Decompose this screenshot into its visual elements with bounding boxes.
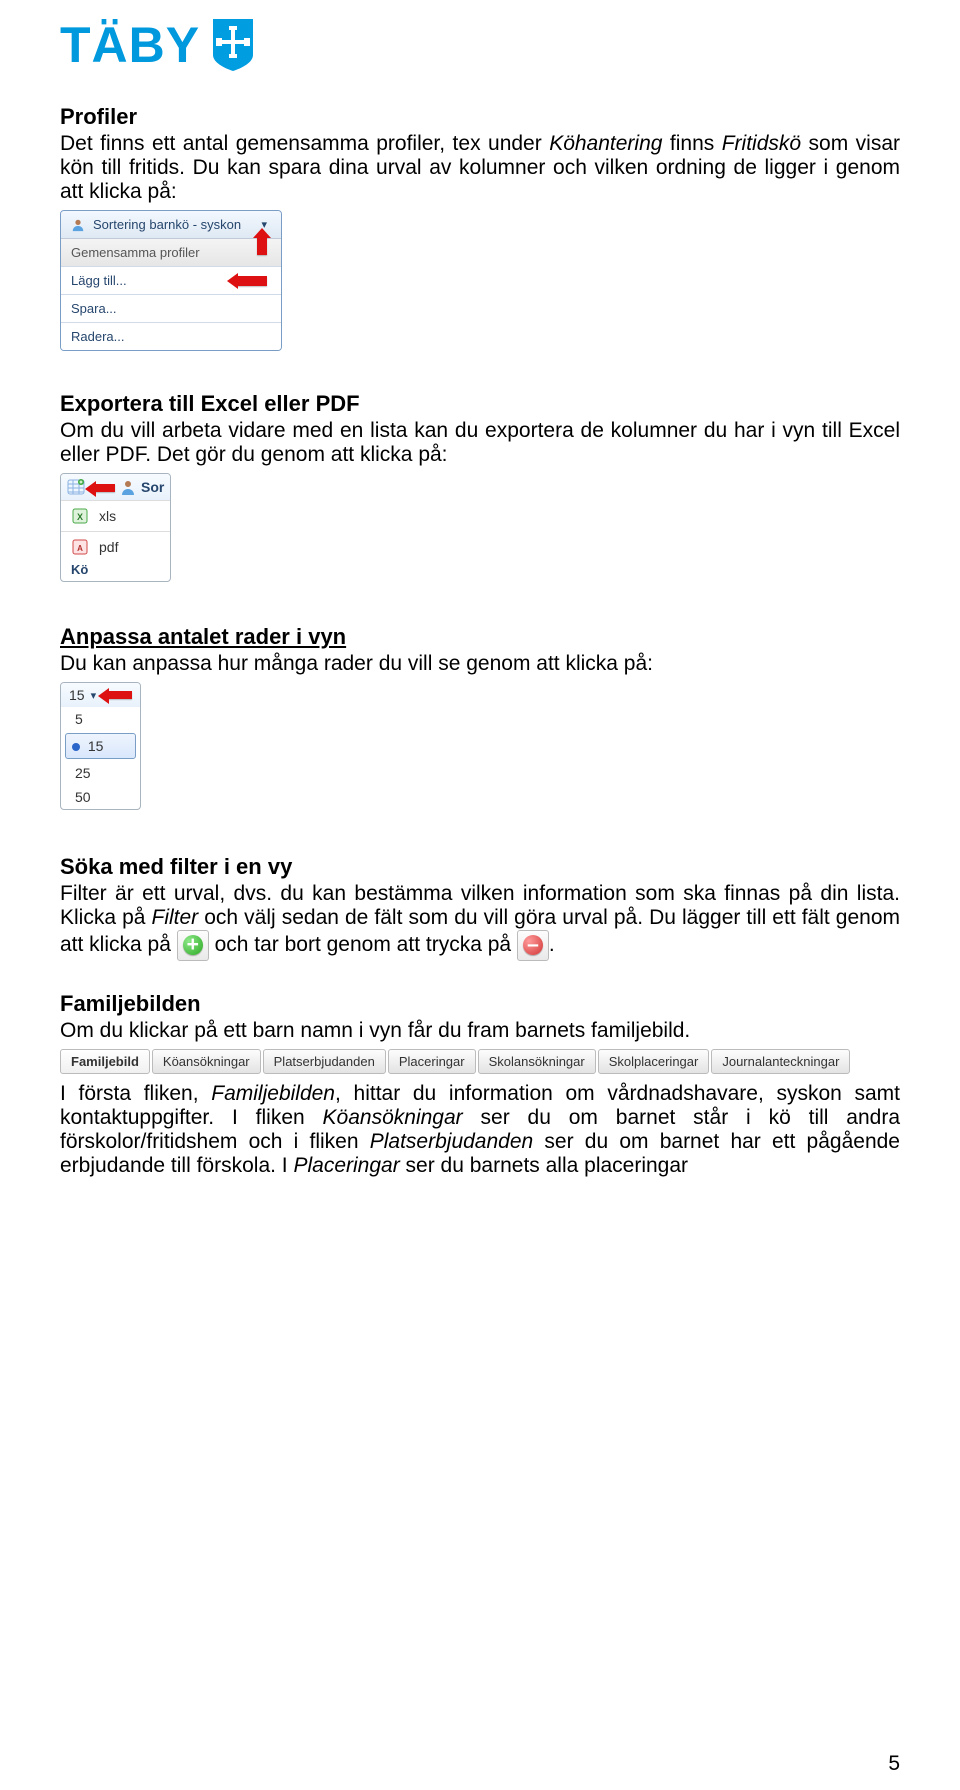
tab-platserbjudanden[interactable]: Platserbjudanden xyxy=(263,1049,386,1074)
xls-icon: X xyxy=(71,507,89,525)
text-profiler: Det finns ett antal gemensamma profiler,… xyxy=(60,132,900,204)
text-export: Om du vill arbeta vidare med en lista ka… xyxy=(60,419,900,467)
rows-option-15[interactable]: 15 xyxy=(65,733,136,759)
profile-menu-item-radera[interactable]: Radera... xyxy=(61,322,281,350)
page-number: 5 xyxy=(888,1752,900,1776)
family-tabs: Familjebild Köansökningar Platserbjudand… xyxy=(60,1049,900,1074)
profile-menu-header[interactable]: Sortering barnkö - syskon ▾ xyxy=(61,211,281,238)
tab-placeringar[interactable]: Placeringar xyxy=(388,1049,476,1074)
svg-text:A: A xyxy=(77,544,83,553)
highlight-arrow-left xyxy=(108,691,132,699)
taby-shield-icon xyxy=(210,16,256,74)
text-filter: Filter är ett urval, dvs. du kan bestämm… xyxy=(60,882,900,961)
profile-menu-item-lagg-till[interactable]: Lägg till... xyxy=(61,266,281,294)
chevron-down-icon: ▾ xyxy=(91,689,97,702)
minus-icon: – xyxy=(523,935,543,955)
tab-koansokningar[interactable]: Köansökningar xyxy=(152,1049,261,1074)
text-familjebilden-2: I första fliken, Familjebilden, hittar d… xyxy=(60,1082,900,1178)
taby-logo: TÄBY xyxy=(60,16,900,74)
heading-profiler: Profiler xyxy=(60,104,900,130)
selected-dot-icon xyxy=(72,743,80,751)
rows-per-page-menu: 15 ▾ 5 15 25 50 xyxy=(60,682,141,810)
tab-journalanteckningar[interactable]: Journalanteckningar xyxy=(711,1049,850,1074)
export-option-pdf[interactable]: A pdf xyxy=(61,531,170,562)
profile-menu-item-spara[interactable]: Spara... xyxy=(61,294,281,322)
highlight-arrow-left xyxy=(237,276,267,286)
tab-skolansokningar[interactable]: Skolansökningar xyxy=(478,1049,596,1074)
heading-familjebilden: Familjebilden xyxy=(60,991,900,1017)
heading-filter: Söka med filter i en vy xyxy=(60,854,900,880)
highlight-arrow-up xyxy=(257,237,267,258)
rows-option-5[interactable]: 5 xyxy=(61,707,140,731)
rows-option-25[interactable]: 25 xyxy=(61,761,140,785)
profile-menu: Sortering barnkö - syskon ▾ Gemensamma p… xyxy=(60,210,282,351)
text-familjebilden-1: Om du klickar på ett barn namn i vyn får… xyxy=(60,1019,900,1043)
tab-familjebild[interactable]: Familjebild xyxy=(60,1049,150,1074)
export-sheet-icon xyxy=(67,478,85,496)
export-top-label: Sor xyxy=(141,479,164,495)
logo-text: TÄBY xyxy=(60,20,200,70)
highlight-arrow-left xyxy=(95,484,115,492)
rows-option-50[interactable]: 50 xyxy=(61,785,140,809)
tab-skolplaceringar[interactable]: Skolplaceringar xyxy=(598,1049,710,1074)
profile-menu-item-gemensamma[interactable]: Gemensamma profiler xyxy=(61,238,281,266)
remove-filter-button[interactable]: – xyxy=(517,930,549,961)
add-filter-button[interactable]: + xyxy=(177,930,209,961)
rows-current[interactable]: 15 ▾ xyxy=(61,683,140,707)
text-rows: Du kan anpassa hur många rader du vill s… xyxy=(60,652,900,676)
export-menu: Sor X xls A pdf Kö xyxy=(60,473,171,582)
heading-rows: Anpassa antalet rader i vyn xyxy=(60,624,900,650)
pdf-icon: A xyxy=(71,538,89,556)
person-icon xyxy=(119,478,137,496)
heading-export: Exportera till Excel eller PDF xyxy=(60,391,900,417)
export-bottom-label: Kö xyxy=(61,562,170,581)
export-option-xls[interactable]: X xls xyxy=(61,500,170,531)
svg-text:X: X xyxy=(77,512,83,522)
plus-icon: + xyxy=(183,935,203,955)
person-icon xyxy=(71,218,85,232)
